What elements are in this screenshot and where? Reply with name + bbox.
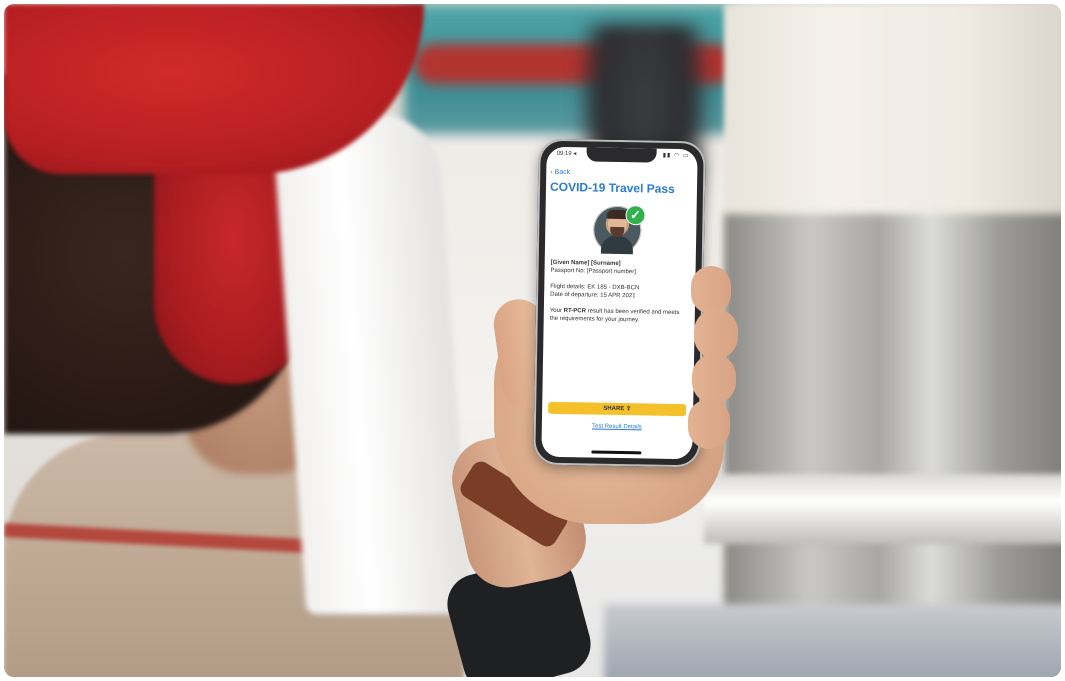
finger	[688, 399, 730, 449]
check-circle-icon: ✓	[626, 206, 645, 225]
phone-screen: 09:19 ◂ ▮▮ ◠ ▭ ‹ Back COVID-19 Travel Pa…	[541, 146, 698, 460]
home-indicator	[591, 450, 642, 455]
passport-number: Passport No: [Passport number]	[550, 267, 636, 276]
white-veil	[271, 114, 472, 614]
finger	[692, 354, 736, 404]
pillar-ring	[704, 474, 1061, 544]
status-time: 09:19 ◂	[556, 150, 577, 158]
test-result-details-link[interactable]: Test Result Details	[542, 423, 692, 432]
status-icons: ▮▮ ◠ ▭	[662, 152, 690, 160]
app-title: COVID-19 Travel Pass	[549, 179, 675, 196]
avatar-hair	[606, 209, 629, 220]
photo: 09:19 ◂ ▮▮ ◠ ▭ ‹ Back COVID-19 Travel Pa…	[4, 4, 1061, 677]
finger	[694, 309, 738, 359]
smartphone: 09:19 ◂ ▮▮ ◠ ▭ ‹ Back COVID-19 Travel Pa…	[533, 138, 706, 468]
share-button[interactable]: SHARE ⇪	[548, 401, 687, 417]
departure-date: Date of departure: 15 APR 2021	[550, 291, 636, 300]
back-button[interactable]: ‹ Back	[550, 169, 570, 176]
pillar-metal-band	[724, 214, 1061, 614]
result-text: Your RT-PCR result has been verified and…	[550, 308, 684, 325]
phone-notch	[586, 147, 657, 163]
result-prefix: Your	[549, 307, 564, 315]
floor-tile	[604, 604, 1061, 677]
result-test-type: RT-PCR	[563, 308, 587, 315]
avatar-shirt	[600, 235, 634, 255]
finger	[691, 266, 731, 314]
